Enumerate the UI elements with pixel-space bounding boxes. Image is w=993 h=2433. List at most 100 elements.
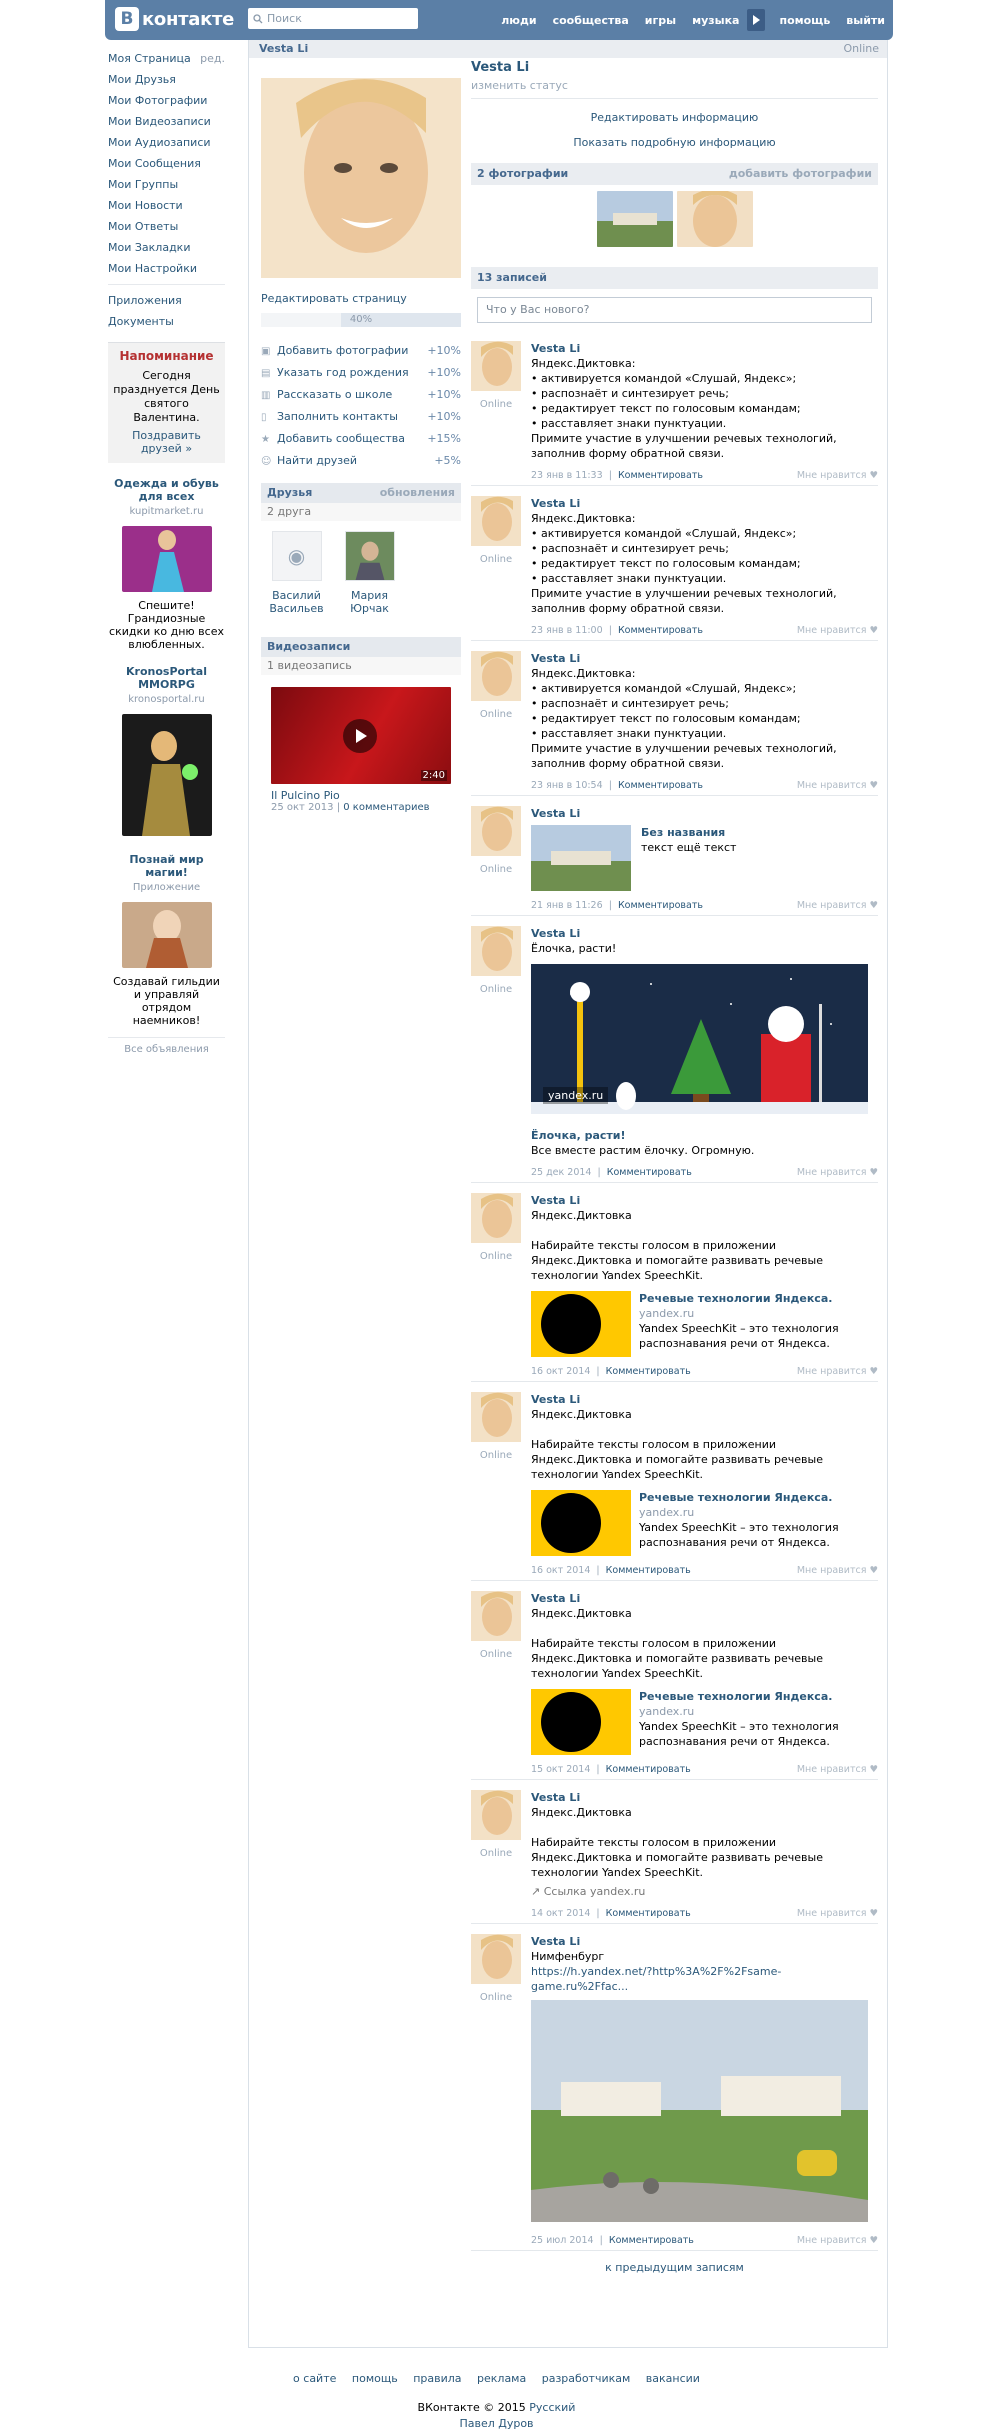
ad-title[interactable]: Одежда и обувь для всех xyxy=(108,477,225,503)
task-label[interactable]: Добавить сообщества xyxy=(277,432,405,445)
album-thumbnail[interactable] xyxy=(531,825,631,891)
nav-people[interactable]: люди xyxy=(493,14,544,27)
ad-magic[interactable]: Познай мир магии! Приложение Создавай ги… xyxy=(108,853,225,1027)
post-author[interactable]: Vesta Li xyxy=(531,496,878,511)
video-title[interactable]: Il Pulcino Pio xyxy=(271,790,461,802)
profile-task[interactable]: ▣ Добавить фотографии +10% xyxy=(261,339,461,361)
link-thumbnail[interactable] xyxy=(531,1490,631,1556)
ad-title[interactable]: Познай мир магии! xyxy=(108,853,225,879)
friend-last-name[interactable]: Юрчак xyxy=(342,602,397,615)
profile-task[interactable]: ☺ Найти друзей +5% xyxy=(261,449,461,471)
comment-link[interactable]: Комментировать xyxy=(607,1167,692,1178)
friend-card[interactable]: Мария Юрчак xyxy=(342,531,397,615)
profile-task[interactable]: ▤ Указать год рождения +10% xyxy=(261,361,461,383)
menu-my-photos[interactable]: Мои Фотографии xyxy=(108,90,225,111)
footer-link-help[interactable]: помощь xyxy=(352,2372,398,2385)
vk-logo[interactable]: В контакте xyxy=(115,6,234,32)
link-snippet[interactable]: Речевые технологии Яндекса. yandex.ru Yand… xyxy=(531,1291,878,1357)
comment-link[interactable]: Комментировать xyxy=(606,1764,691,1775)
like-button[interactable]: Мне нравится ♥ xyxy=(797,778,878,793)
menu-my-news[interactable]: Мои Новости xyxy=(108,195,225,216)
comment-link[interactable]: Комментировать xyxy=(606,1565,691,1576)
post-author[interactable]: Vesta Li xyxy=(531,1193,878,1208)
friend-first-name[interactable]: Василий xyxy=(269,589,324,602)
post-author[interactable]: Vesta Li xyxy=(531,651,878,666)
post-date[interactable]: 16 окт 2014 xyxy=(531,1565,590,1576)
menu-label[interactable]: Мои Группы xyxy=(108,174,178,195)
menu-apps[interactable]: Приложения xyxy=(108,290,225,311)
post-avatar[interactable] xyxy=(471,1591,521,1641)
friend-last-name[interactable]: Васильев xyxy=(269,602,324,615)
menu-label[interactable]: Мои Закладки xyxy=(108,237,190,258)
link-title[interactable]: Ёлочка, расти! xyxy=(531,1128,878,1143)
profile-task[interactable]: ▯ Заполнить контакты +10% xyxy=(261,405,461,427)
like-label[interactable]: Мне нравится xyxy=(797,1764,867,1775)
post-date[interactable]: 21 янв в 11:26 xyxy=(531,900,603,911)
post-avatar[interactable] xyxy=(471,926,521,976)
like-button[interactable]: Мне нравится ♥ xyxy=(797,2233,878,2248)
like-label[interactable]: Мне нравится xyxy=(797,625,867,636)
friend-card[interactable]: ◉ Василий Васильев xyxy=(269,531,324,615)
like-label[interactable]: Мне нравится xyxy=(797,2235,867,2246)
post-author[interactable]: Vesta Li xyxy=(531,926,878,941)
post-link-ref[interactable]: ↗ Ссылка yandex.ru xyxy=(531,1884,878,1899)
post-author[interactable]: Vesta Li xyxy=(531,1591,878,1606)
like-button[interactable]: Мне нравится ♥ xyxy=(797,1563,878,1578)
new-post-input[interactable]: Что у Вас нового? xyxy=(477,297,872,323)
footer-link-jobs[interactable]: вакансии xyxy=(646,2372,700,2385)
all-ads-link[interactable]: Все объявления xyxy=(108,1037,225,1055)
post-author[interactable]: Vesta Li xyxy=(531,1392,878,1407)
post-author[interactable]: Vesta Li xyxy=(531,1790,878,1805)
menu-my-groups[interactable]: Мои Группы xyxy=(108,174,225,195)
footer-author-link[interactable]: Павел Дуров xyxy=(0,2417,993,2430)
menu-my-page[interactable]: Моя Страница ред. xyxy=(108,48,225,69)
like-button[interactable]: Мне нравится ♥ xyxy=(797,898,878,913)
task-label[interactable]: Найти друзей xyxy=(277,454,357,467)
add-photos-link[interactable]: добавить фотографии xyxy=(729,167,872,180)
post-date[interactable]: 23 янв в 11:33 xyxy=(531,470,603,481)
edit-page-link[interactable]: Редактировать страницу xyxy=(261,292,461,305)
post-photo[interactable] xyxy=(531,2000,868,2222)
footer-link-rules[interactable]: правила xyxy=(413,2372,461,2385)
nav-communities[interactable]: сообщества xyxy=(545,14,637,27)
menu-label[interactable]: Приложения xyxy=(108,290,182,311)
ad-image[interactable] xyxy=(121,526,212,592)
nav-music[interactable]: музыка xyxy=(684,14,747,27)
like-label[interactable]: Мне нравится xyxy=(797,780,867,791)
post-date[interactable]: 14 окт 2014 xyxy=(531,1908,590,1919)
menu-label[interactable]: Мои Друзья xyxy=(108,69,176,90)
task-label[interactable]: Указать год рождения xyxy=(277,366,409,379)
post-author[interactable]: Vesta Li xyxy=(531,1934,878,1949)
comment-link[interactable]: Комментировать xyxy=(618,625,703,636)
like-button[interactable]: Мне нравится ♥ xyxy=(797,1364,878,1379)
menu-label[interactable]: Мои Ответы xyxy=(108,216,178,237)
ad-image[interactable] xyxy=(121,714,212,836)
task-label[interactable]: Рассказать о школе xyxy=(277,388,392,401)
comment-link[interactable]: Комментировать xyxy=(609,2235,694,2246)
profile-avatar[interactable] xyxy=(261,78,461,278)
menu-my-answers[interactable]: Мои Ответы xyxy=(108,216,225,237)
like-label[interactable]: Мне нравится xyxy=(797,1366,867,1377)
post-date[interactable]: 25 дек 2014 xyxy=(531,1167,591,1178)
search-input[interactable]: Поиск xyxy=(248,8,418,29)
photo-thumbnail[interactable] xyxy=(596,191,673,247)
post-avatar[interactable] xyxy=(471,341,521,391)
video-comments-link[interactable]: 0 комментариев xyxy=(343,802,429,813)
post-avatar[interactable] xyxy=(471,1934,521,1984)
post-url[interactable]: https://h.yandex.net/?http%3A%2F%2Fsame-… xyxy=(531,1964,878,1994)
menu-label[interactable]: Мои Аудиозаписи xyxy=(108,132,211,153)
like-button[interactable]: Мне нравится ♥ xyxy=(797,468,878,483)
like-label[interactable]: Мне нравится xyxy=(797,1565,867,1576)
comment-link[interactable]: Комментировать xyxy=(606,1908,691,1919)
like-button[interactable]: Мне нравится ♥ xyxy=(797,1762,878,1777)
menu-my-messages[interactable]: Мои Сообщения xyxy=(108,153,225,174)
post-date[interactable]: 23 янв в 10:54 xyxy=(531,780,603,791)
post-date[interactable]: 23 янв в 11:00 xyxy=(531,625,603,636)
link-title[interactable]: Речевые технологии Яндекса. xyxy=(639,1490,878,1505)
nav-logout[interactable]: выйти xyxy=(838,14,893,27)
image-caption[interactable]: yandex.ru xyxy=(543,1087,609,1104)
show-info-link[interactable]: Показать подробную информацию xyxy=(471,136,878,149)
friend-first-name[interactable]: Мария xyxy=(342,589,397,602)
photos-title[interactable]: 2 фотографии xyxy=(477,167,568,180)
post-avatar[interactable] xyxy=(471,806,521,856)
